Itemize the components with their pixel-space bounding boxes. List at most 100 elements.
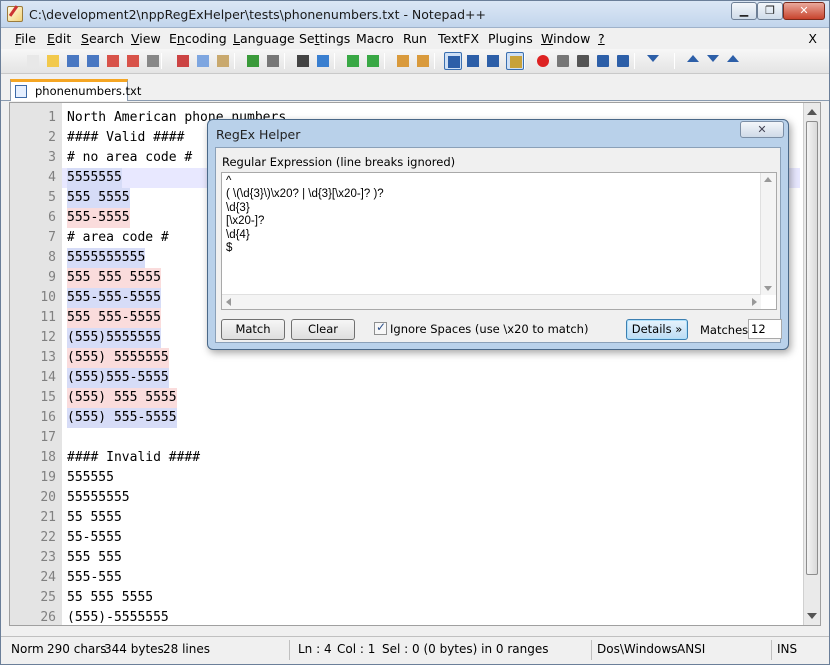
show-all-chars-button[interactable] — [464, 52, 482, 70]
save-button[interactable] — [64, 52, 82, 70]
menu-plugins[interactable]: Plugins — [488, 31, 533, 46]
matched-line-text[interactable]: 5555555 — [67, 168, 122, 188]
redo-button[interactable] — [264, 52, 282, 70]
paste-button[interactable] — [214, 52, 232, 70]
match-button[interactable]: Match — [221, 319, 285, 340]
matched-line-text[interactable]: 555 555 5555 — [67, 268, 161, 288]
matched-line-text[interactable]: (555) 555 5555 — [67, 388, 177, 408]
regex-helper-button[interactable] — [644, 52, 662, 70]
down-arrow-button[interactable] — [704, 52, 722, 70]
zoom-out-button[interactable] — [364, 52, 382, 70]
line-number: 26 — [40, 610, 56, 625]
menu-file[interactable]: File — [15, 31, 36, 46]
close-window-button[interactable]: ✕ — [783, 2, 825, 20]
matched-line-text[interactable]: (555) 555-5555 — [67, 408, 177, 428]
matched-line-text[interactable]: 555-5555 — [67, 208, 130, 228]
scroll-down-arrow-icon[interactable] — [807, 613, 817, 619]
line-text[interactable]: 555-555 — [67, 568, 122, 588]
matches-count-field[interactable]: 12 — [748, 319, 782, 339]
minimize-button[interactable]: ▁ — [731, 2, 757, 20]
line-text[interactable]: # no area code # — [67, 148, 192, 168]
matched-line-text[interactable]: (555)5555555 — [67, 328, 161, 348]
open-file-button[interactable] — [44, 52, 62, 70]
regex-text[interactable]: ^ ( \(\d{3}\)\x20? | \d{3}[\x20-]? )? \d… — [226, 175, 384, 255]
title-bar[interactable]: C:\development2\nppRegExHelper\tests\pho… — [1, 1, 829, 28]
matched-line-text[interactable]: 5555555555 — [67, 248, 146, 268]
status-line-number: Ln : 4 — [298, 642, 332, 656]
menu-search[interactable]: Search — [81, 31, 124, 46]
play-macro-button[interactable] — [574, 52, 592, 70]
up-arrow-button[interactable] — [684, 52, 702, 70]
line-number: 23 — [40, 550, 56, 565]
sync-horizontal-button[interactable] — [414, 52, 432, 70]
scroll-right-arrow-icon[interactable] — [752, 298, 757, 306]
menu-run[interactable]: Run — [403, 31, 427, 46]
matched-line-text[interactable]: 555-555-5555 — [67, 288, 161, 308]
scroll-left-arrow-icon[interactable] — [226, 298, 231, 306]
line-text[interactable]: (555)-5555555 — [67, 608, 169, 628]
regex-horizontal-scrollbar[interactable] — [222, 294, 761, 309]
line-number: 13 — [40, 350, 56, 365]
zoom-in-button[interactable] — [344, 52, 362, 70]
line-text[interactable]: 55555555 — [67, 488, 130, 508]
line-text[interactable]: #### Invalid #### — [67, 448, 200, 468]
line-text[interactable]: #### Valid #### — [67, 128, 184, 148]
notepadpp-app-icon[interactable] — [7, 6, 23, 22]
matched-line-text[interactable]: (555)555-5555 — [67, 368, 169, 388]
doc-map-button[interactable] — [506, 52, 524, 70]
close-document-menu-button[interactable]: X — [808, 31, 817, 46]
line-text[interactable]: # area code # — [67, 228, 169, 248]
regex-vertical-scrollbar[interactable] — [760, 173, 776, 295]
menu-help[interactable]: ? — [598, 31, 605, 46]
line-text[interactable]: 55 5555 — [67, 508, 122, 528]
editor-vertical-scrollbar[interactable] — [803, 103, 820, 625]
menu-view[interactable]: View — [131, 31, 161, 46]
matched-line-text[interactable]: (555) 5555555 — [67, 348, 169, 368]
matched-line-text[interactable]: 555 555-5555 — [67, 308, 161, 328]
save-all-button[interactable] — [84, 52, 102, 70]
menu-language[interactable]: Language — [233, 31, 295, 46]
indent-guide-button[interactable] — [484, 52, 502, 70]
save-macro-button[interactable] — [614, 52, 632, 70]
cut-button[interactable] — [174, 52, 192, 70]
line-text[interactable]: 555555 — [67, 468, 114, 488]
ignore-spaces-label[interactable]: Ignore Spaces (use \x20 to match) — [390, 322, 588, 336]
scroll-up-arrow-icon[interactable] — [764, 177, 772, 182]
tab-phonenumbers[interactable]: phonenumbers.txt — [10, 79, 141, 101]
scroll-thumb[interactable] — [806, 121, 818, 575]
details-button[interactable]: Details » — [626, 319, 688, 340]
copy-button[interactable] — [194, 52, 212, 70]
word-wrap-button[interactable] — [444, 52, 462, 70]
maximize-button[interactable]: ❐ — [757, 2, 783, 20]
print-button[interactable] — [144, 52, 162, 70]
scroll-up-arrow-icon[interactable] — [807, 109, 817, 115]
new-file-button[interactable] — [24, 52, 42, 70]
doc-map-icon — [510, 56, 522, 68]
close-all-button[interactable] — [124, 52, 142, 70]
collapse-button[interactable] — [724, 52, 742, 70]
menu-settings[interactable]: Settings — [299, 31, 350, 46]
regex-input[interactable]: ^ ( \(\d{3}\)\x20? | \d{3}[\x20-]? )? \d… — [221, 172, 777, 310]
close-button[interactable] — [104, 52, 122, 70]
stop-record-button[interactable] — [554, 52, 572, 70]
run-macro-multiple-button[interactable] — [594, 52, 612, 70]
scroll-down-arrow-icon[interactable] — [764, 286, 772, 291]
line-number: 18 — [40, 450, 56, 465]
line-text[interactable]: 55 555 5555 — [67, 588, 153, 608]
line-text[interactable]: 555 555 — [67, 548, 122, 568]
sync-vertical-button[interactable] — [394, 52, 412, 70]
menu-encoding[interactable]: Encoding — [169, 31, 227, 46]
menu-window[interactable]: Window — [541, 31, 590, 46]
undo-button[interactable] — [244, 52, 262, 70]
clear-button[interactable]: Clear — [291, 319, 355, 340]
dialog-close-button[interactable]: ✕ — [740, 121, 784, 138]
find-button[interactable] — [294, 52, 312, 70]
menu-macro[interactable]: Macro — [356, 31, 394, 46]
replace-button[interactable] — [314, 52, 332, 70]
ignore-spaces-checkbox[interactable]: ✓ — [374, 320, 387, 335]
record-macro-button[interactable] — [534, 52, 552, 70]
menu-textfx[interactable]: TextFX — [438, 31, 479, 46]
matched-line-text[interactable]: 555 5555 — [67, 188, 130, 208]
menu-edit[interactable]: Edit — [47, 31, 71, 46]
line-text[interactable]: 55-5555 — [67, 528, 122, 548]
